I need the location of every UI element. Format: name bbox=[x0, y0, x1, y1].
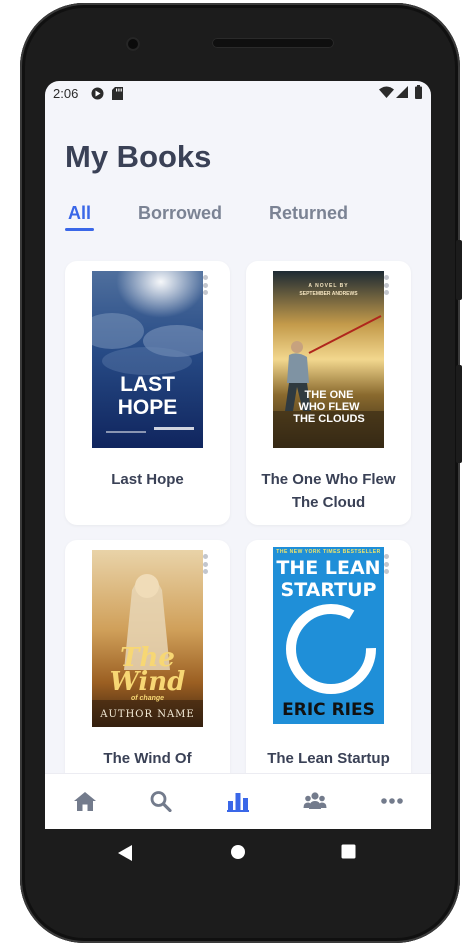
bottom-navigation bbox=[45, 773, 431, 829]
book-cover-lean-startup[interactable]: THE NEW YORK TIMES BESTSELLER THE LEAN S… bbox=[273, 547, 384, 724]
more-horizontal-icon[interactable] bbox=[380, 790, 404, 812]
cover-title-text: THE ONE WHO FLEW THE CLOUDS bbox=[293, 389, 365, 425]
book-title: The Wind Of bbox=[103, 750, 192, 767]
battery-icon bbox=[415, 85, 422, 99]
more-options-icon[interactable] bbox=[383, 275, 389, 295]
book-title: The One Who Flew The Cloud bbox=[261, 471, 396, 511]
page-title: My Books bbox=[65, 139, 212, 174]
home-icon[interactable] bbox=[73, 790, 97, 812]
cover-banner: THE NEW YORK TIMES BESTSELLER bbox=[276, 549, 381, 555]
more-options-icon[interactable] bbox=[383, 554, 389, 574]
book-cover-one-who-flew[interactable]: A NOVEL BY SEPTEMBER ANDREWS THE ONE WHO… bbox=[273, 271, 384, 448]
book-card-lean-startup[interactable]: THE NEW YORK TIMES BESTSELLER THE LEAN S… bbox=[246, 540, 411, 773]
tab-returned[interactable]: Returned bbox=[269, 203, 348, 224]
earpiece-speaker bbox=[212, 38, 334, 48]
more-options-icon[interactable] bbox=[202, 554, 208, 574]
cover-author: ERIC RIES bbox=[282, 700, 375, 720]
cover-author: AUTHOR NAME bbox=[100, 709, 195, 720]
recents-icon[interactable] bbox=[341, 844, 356, 859]
status-bar: 2:06 bbox=[45, 81, 431, 105]
book-title: The Lean Startup bbox=[267, 750, 390, 767]
volume-button bbox=[456, 365, 462, 463]
sd-card-icon bbox=[112, 87, 123, 100]
book-card-one-who-flew[interactable]: A NOVEL BY SEPTEMBER ANDREWS THE ONE WHO… bbox=[246, 261, 411, 525]
wifi-icon bbox=[379, 86, 394, 98]
cover-title-text: The Wind bbox=[109, 643, 186, 697]
cover-art-clouds bbox=[92, 271, 203, 448]
back-icon[interactable] bbox=[117, 844, 133, 862]
book-title: Last Hope bbox=[111, 471, 184, 488]
home-circle-icon[interactable] bbox=[230, 844, 246, 860]
tab-all[interactable]: All bbox=[68, 203, 91, 224]
signal-icon bbox=[396, 86, 408, 98]
status-time: 2:06 bbox=[53, 86, 79, 101]
search-icon[interactable] bbox=[149, 790, 173, 812]
cover-author: SEPTEMBER ANDREWS bbox=[299, 291, 358, 297]
system-navigation-bar bbox=[45, 829, 431, 879]
front-camera bbox=[126, 37, 140, 51]
more-options-icon[interactable] bbox=[202, 275, 208, 295]
play-protect-icon bbox=[91, 87, 104, 100]
bar-chart-icon[interactable] bbox=[226, 790, 250, 812]
app-screen: 2:06 My Books All Borrowed Returned LAST… bbox=[45, 81, 431, 829]
book-grid: LAST HOPE Last Hope A NOVEL BY SEPTEMBER… bbox=[45, 259, 431, 773]
book-card-wind-of[interactable]: The Wind of change AUTHOR NAME The Wind … bbox=[65, 540, 230, 773]
active-tab-indicator bbox=[65, 228, 94, 231]
cover-title-text: THE LEAN STARTUP bbox=[276, 557, 381, 601]
book-card-last-hope[interactable]: LAST HOPE Last Hope bbox=[65, 261, 230, 525]
book-cover-wind-of-change[interactable]: The Wind of change AUTHOR NAME bbox=[92, 550, 203, 727]
tab-borrowed[interactable]: Borrowed bbox=[138, 203, 222, 224]
tab-bar: All Borrowed Returned bbox=[45, 203, 431, 237]
book-cover-last-hope[interactable]: LAST HOPE bbox=[92, 271, 203, 448]
cover-kicker: A NOVEL BY bbox=[308, 283, 349, 289]
cover-subtitle: of change bbox=[130, 695, 165, 702]
users-icon[interactable] bbox=[303, 790, 327, 812]
cover-title-text: LAST HOPE bbox=[117, 373, 178, 419]
power-button bbox=[456, 240, 462, 300]
